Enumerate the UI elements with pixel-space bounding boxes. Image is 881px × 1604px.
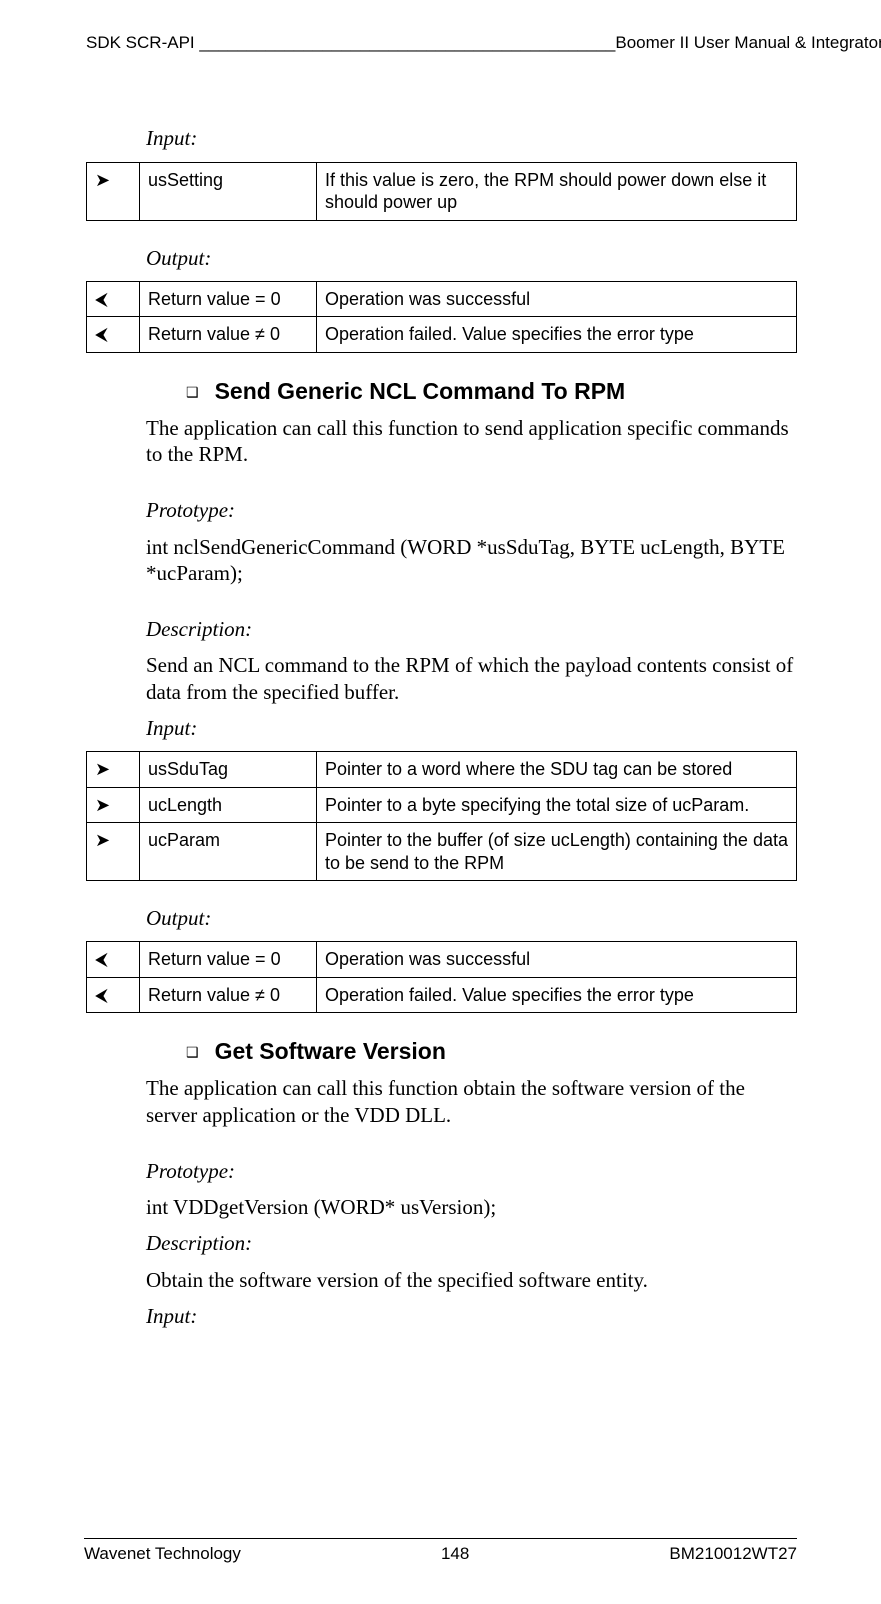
- section-heading-get-version: ❑ Get Software Version: [186, 1037, 797, 1067]
- param-name: ucParam: [140, 823, 317, 881]
- input-label: Input:: [146, 715, 797, 741]
- param-name: usSetting: [140, 162, 317, 220]
- description-label: Description:: [146, 616, 797, 642]
- arrow-right-icon: ➤: [95, 759, 110, 779]
- page-footer: Wavenet Technology 148 BM210012WT27: [84, 1538, 797, 1564]
- input-table-prev: ➤ usSetting If this value is zero, the R…: [86, 162, 797, 221]
- param-desc: Operation failed. Value specifies the er…: [317, 317, 797, 353]
- footer-right: BM210012WT27: [669, 1543, 797, 1564]
- param-desc: If this value is zero, the RPM should po…: [317, 162, 797, 220]
- description-text: Send an NCL command to the RPM of which …: [146, 652, 797, 705]
- section-heading-send-generic: ❑ Send Generic NCL Command To RPM: [186, 377, 797, 407]
- description-label: Description:: [146, 1230, 797, 1256]
- table-row: ➤ ucLength Pointer to a byte specifying …: [87, 787, 797, 823]
- param-desc: Pointer to a byte specifying the total s…: [317, 787, 797, 823]
- param-desc: Pointer to a word where the SDU tag can …: [317, 752, 797, 788]
- arrow-left-icon: ⮜: [95, 949, 108, 969]
- page: SDK SCR-API ____________________________…: [0, 0, 881, 1604]
- input-table-sec2: ➤ usSduTag Pointer to a word where the S…: [86, 751, 797, 881]
- output-label: Output:: [146, 245, 797, 271]
- table-row: ➤ usSetting If this value is zero, the R…: [87, 162, 797, 220]
- output-label: Output:: [146, 905, 797, 931]
- arrow-left-icon: ⮜: [95, 289, 108, 309]
- description-text: Obtain the software version of the speci…: [146, 1267, 797, 1293]
- section-title: Get Software Version: [215, 1037, 446, 1066]
- footer-center-page-number: 148: [441, 1543, 469, 1564]
- arrow-left-icon: ⮜: [95, 324, 108, 344]
- param-desc: Operation failed. Value specifies the er…: [317, 977, 797, 1013]
- bullet-square-icon: ❑: [186, 379, 199, 405]
- header-left-text: SDK SCR-API: [86, 33, 195, 52]
- output-table-prev: ⮜ Return value = 0 Operation was success…: [86, 281, 797, 353]
- table-row: ➤ ucParam Pointer to the buffer (of size…: [87, 823, 797, 881]
- param-name: ucLength: [140, 787, 317, 823]
- param-name: Return value = 0: [140, 942, 317, 978]
- arrow-right-icon: ➤: [95, 795, 110, 815]
- page-header: SDK SCR-API ____________________________…: [86, 32, 797, 53]
- arrow-right-icon: ➤: [95, 830, 110, 850]
- table-row: ➤ usSduTag Pointer to a word where the S…: [87, 752, 797, 788]
- prototype-label: Prototype:: [146, 1158, 797, 1184]
- prototype-label: Prototype:: [146, 497, 797, 523]
- param-desc: Operation was successful: [317, 281, 797, 317]
- footer-left: Wavenet Technology: [84, 1543, 241, 1564]
- header-left: SDK SCR-API ____________________________…: [86, 32, 615, 53]
- table-row: ⮜ Return value = 0 Operation was success…: [87, 942, 797, 978]
- bullet-square-icon: ❑: [186, 1039, 199, 1065]
- param-name: usSduTag: [140, 752, 317, 788]
- header-underscore: ________________________________________…: [199, 33, 615, 52]
- param-name: Return value ≠ 0: [140, 977, 317, 1013]
- section-intro: The application can call this function t…: [146, 415, 797, 468]
- footer-rule: [84, 1538, 797, 1539]
- input-label: Input:: [146, 1303, 797, 1329]
- output-table-sec2: ⮜ Return value = 0 Operation was success…: [86, 941, 797, 1013]
- header-right: Boomer II User Manual & Integrator's Gui…: [615, 32, 881, 53]
- param-name: Return value ≠ 0: [140, 317, 317, 353]
- arrow-right-icon: ➤: [95, 170, 110, 190]
- prototype-text: int nclSendGenericCommand (WORD *usSduTa…: [146, 534, 797, 587]
- param-desc: Pointer to the buffer (of size ucLength)…: [317, 823, 797, 881]
- table-row: ⮜ Return value ≠ 0 Operation failed. Val…: [87, 317, 797, 353]
- section-title: Send Generic NCL Command To RPM: [215, 377, 626, 406]
- input-label: Input:: [146, 125, 797, 151]
- prototype-text: int VDDgetVersion (WORD* usVersion);: [146, 1194, 797, 1220]
- section-intro: The application can call this function o…: [146, 1075, 797, 1128]
- section-prev-io: Input:: [146, 125, 797, 151]
- param-desc: Operation was successful: [317, 942, 797, 978]
- table-row: ⮜ Return value ≠ 0 Operation failed. Val…: [87, 977, 797, 1013]
- param-name: Return value = 0: [140, 281, 317, 317]
- arrow-left-icon: ⮜: [95, 985, 108, 1005]
- table-row: ⮜ Return value = 0 Operation was success…: [87, 281, 797, 317]
